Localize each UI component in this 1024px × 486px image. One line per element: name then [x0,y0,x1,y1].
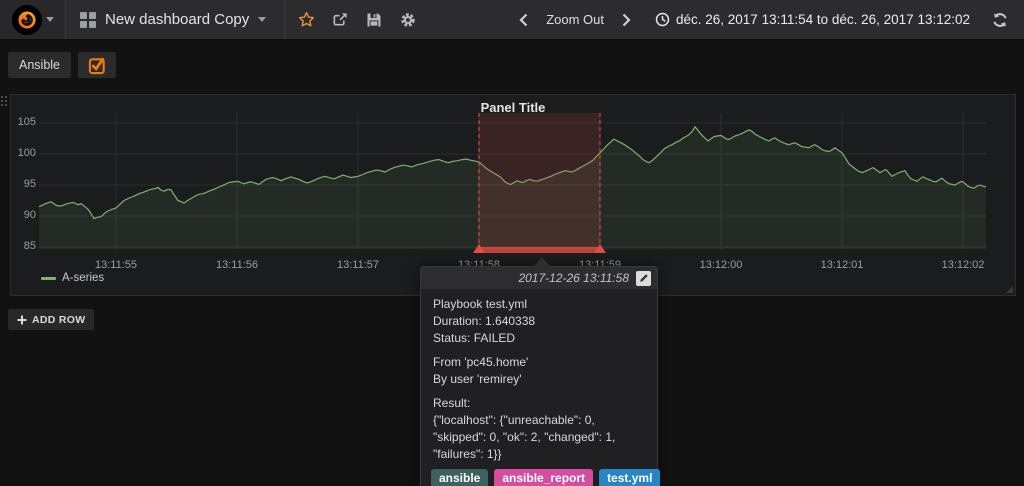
add-row-label: ADD ROW [32,314,85,326]
graph-plot-area[interactable] [39,113,986,249]
y-tick-label: 100 [12,147,36,159]
tooltip-header: 2017-12-26 13:11:58 [421,267,657,289]
grafana-logo-icon [12,5,42,35]
title-dropdown-caret-icon [258,17,266,22]
annotation-toggle-checkbox[interactable] [78,52,116,78]
star-icon [298,11,315,28]
chevron-left-icon [519,13,528,27]
time-back-button[interactable] [513,9,534,31]
time-controls: Zoom Out déc. 26, 2017 13:11:54 to déc. … [513,8,1014,32]
tooltip-line: {"localhost": {"unreachable": 0, "skippe… [433,412,645,463]
checkbox-checked-icon [88,56,107,75]
grafana-main-menu-button[interactable] [0,0,66,39]
tooltip-line: Duration: 1.640338 [433,313,645,330]
time-forward-button[interactable] [616,9,637,31]
x-tick-label: 13:12:02 [933,259,993,271]
tooltip-line: Status: FAILED [433,330,645,347]
dashboard-actions [289,0,425,39]
legend-color-swatch [41,277,56,280]
x-tick-label: 13:11:57 [328,259,388,271]
tooltip-line: Playbook test.yml [433,296,645,313]
share-icon [332,11,349,28]
refresh-icon [992,12,1008,28]
tooltip-tags: ansible ansible_report test.yml [421,465,657,486]
clock-icon [655,12,670,27]
y-tick-label: 95 [12,178,36,190]
dashboard-grid-icon [80,12,96,28]
navbar: New dashboard Copy Zoom Out déc. 26, 201… [0,0,1024,40]
y-tick-label: 90 [12,209,36,221]
x-tick-label: 13:12:00 [691,259,751,271]
star-button[interactable] [289,0,323,39]
zoom-out-button[interactable]: Zoom Out [536,12,614,27]
annotation-name-label[interactable]: Ansible [8,52,71,78]
pencil-icon [639,273,649,283]
dashboard-title: New dashboard Copy [105,11,249,28]
annotation-tag: ansible_report [494,469,593,486]
settings-button[interactable] [391,0,425,39]
share-button[interactable] [323,0,357,39]
logo-dropdown-caret-icon [46,17,54,22]
x-tick-label: 13:11:55 [86,259,146,271]
x-tick-label: 13:11:56 [207,259,267,271]
panel-resize-handle[interactable] [1006,286,1013,293]
tooltip-spacer [433,347,645,354]
row-handle[interactable] [1,96,8,106]
save-button[interactable] [357,0,391,39]
annotation-timestamp: 2017-12-26 13:11:58 [518,271,629,285]
plus-icon [17,315,27,325]
tooltip-line: By user 'remirey' [433,371,645,388]
annotation-tooltip: 2017-12-26 13:11:58 Playbook test.ymlDur… [420,266,658,486]
tooltip-arrow [533,257,551,267]
legend-label: A-series [62,272,104,284]
annotation-tag: ansible [431,469,488,486]
tooltip-body: Playbook test.ymlDuration: 1.640338Statu… [421,289,657,465]
refresh-button[interactable] [986,8,1014,32]
annotation-submenu: Ansible [8,52,116,78]
dashboard-title-menu[interactable]: New dashboard Copy [66,0,285,39]
save-icon [366,12,382,28]
annotation-tag: test.yml [599,469,660,486]
legend-item-a-series[interactable]: A-series [41,272,104,284]
edit-annotation-button[interactable] [636,271,651,286]
tooltip-line: Result: [433,395,645,412]
time-range-picker-button[interactable]: déc. 26, 2017 13:11:54 to déc. 26, 2017 … [639,12,984,27]
add-row-button[interactable]: ADD ROW [8,309,94,330]
gear-icon [400,12,416,28]
y-tick-label: 85 [12,240,36,252]
chevron-right-icon [622,13,631,27]
tooltip-line: From 'pc45.home' [433,354,645,371]
x-tick-label: 13:12:01 [812,259,872,271]
time-range-label: déc. 26, 2017 13:11:54 to déc. 26, 2017 … [676,12,970,27]
y-tick-label: 105 [12,116,36,128]
tooltip-spacer [433,388,645,395]
